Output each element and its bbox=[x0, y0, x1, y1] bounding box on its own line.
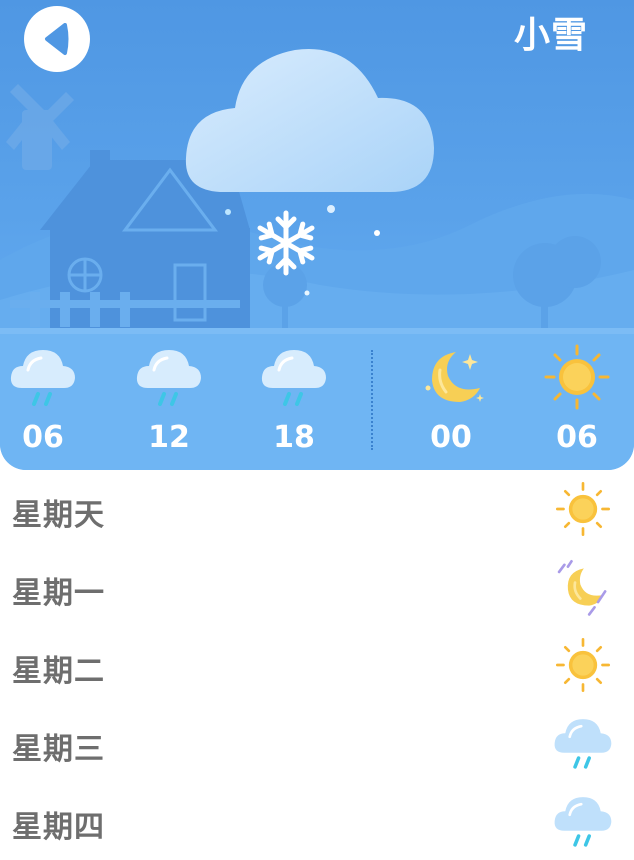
day-label: 星期二 bbox=[12, 654, 105, 689]
hourly-forecast: 06 12 18 00 06 bbox=[0, 340, 634, 470]
day-night-divider bbox=[371, 350, 373, 450]
day-label: 星期一 bbox=[12, 576, 105, 611]
hourly-time: 06 bbox=[556, 420, 598, 455]
day-label: 星期天 bbox=[12, 498, 105, 533]
daily-row[interactable]: 星期三 bbox=[0, 704, 634, 782]
day-label: 星期四 bbox=[12, 810, 105, 845]
weather-hero: 小雪 06 12 18 00 06 bbox=[0, 0, 634, 470]
snowflake-icon bbox=[257, 210, 315, 276]
hourly-time: 18 bbox=[273, 420, 315, 455]
day-label: 星期三 bbox=[12, 732, 105, 767]
rain-cloud-icon bbox=[10, 350, 75, 406]
back-arrow-icon bbox=[45, 23, 69, 55]
sun-icon bbox=[555, 481, 611, 537]
moon-rain-icon bbox=[557, 559, 607, 616]
sun-icon bbox=[555, 637, 611, 693]
rain-cloud-icon bbox=[136, 350, 201, 406]
hourly-time: 06 bbox=[22, 420, 64, 455]
cloud-icon bbox=[185, 49, 434, 192]
daily-row[interactable]: 星期一 bbox=[0, 548, 634, 626]
hourly-time: 00 bbox=[430, 420, 472, 455]
hourly-item: 06 bbox=[534, 340, 614, 470]
page-title: 小雪 bbox=[513, 15, 588, 56]
rain-cloud-icon bbox=[261, 350, 326, 406]
hourly-item: 12 bbox=[126, 340, 206, 470]
hourly-item: 18 bbox=[251, 340, 331, 470]
rain-cloud-icon bbox=[554, 719, 612, 769]
hourly-item: 06 bbox=[0, 340, 80, 470]
daily-row[interactable]: 星期二 bbox=[0, 626, 634, 704]
sun-icon bbox=[544, 344, 610, 410]
daily-row[interactable]: 星期四 bbox=[0, 782, 634, 860]
moon-icon bbox=[425, 352, 484, 402]
rain-cloud-icon bbox=[554, 797, 612, 847]
hourly-item: 00 bbox=[408, 340, 488, 470]
hourly-time: 12 bbox=[148, 420, 190, 455]
back-button[interactable] bbox=[24, 6, 90, 72]
daily-row[interactable]: 星期天 bbox=[0, 470, 634, 548]
